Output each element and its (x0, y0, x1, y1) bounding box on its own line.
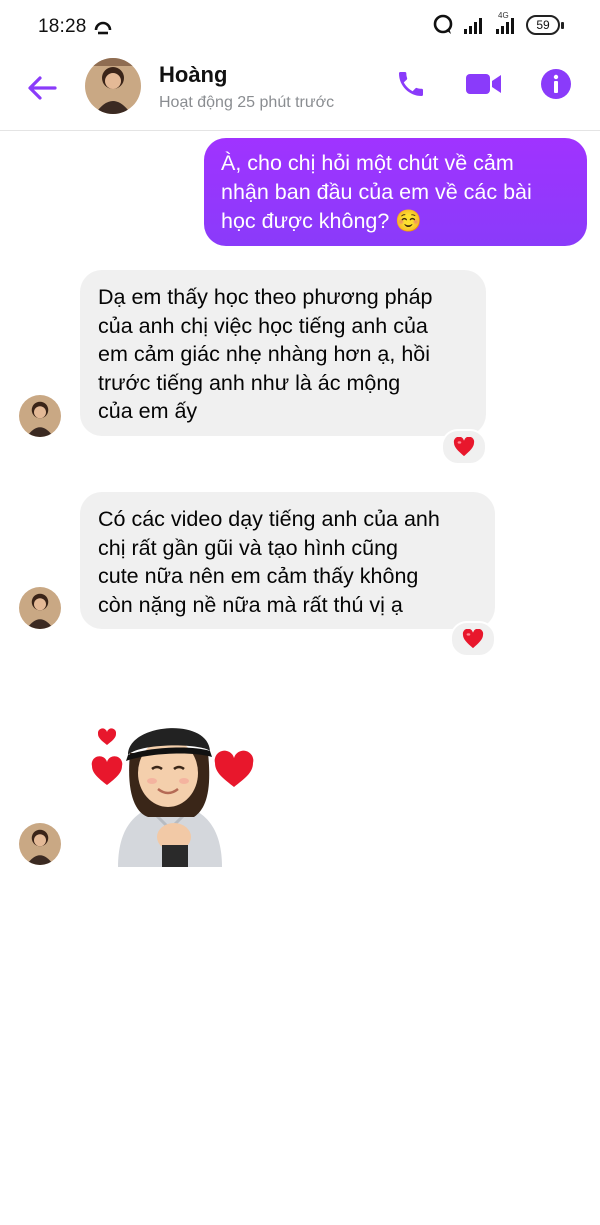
message-text-line: trước tiếng anh như là ác mộng (98, 370, 401, 395)
sender-avatar[interactable] (19, 395, 61, 437)
heart-reaction[interactable] (441, 429, 487, 465)
avatar-photo (19, 587, 61, 629)
message-text-line: À, cho chị hỏi một chút về cảm (221, 151, 514, 175)
video-camera-icon (466, 74, 501, 94)
battery-tip (561, 22, 564, 29)
status-time: 18:28 (38, 16, 87, 37)
messenger-notification-icon (433, 14, 453, 34)
voice-call-button[interactable] (391, 64, 431, 104)
heart-icon (462, 629, 484, 649)
info-icon (541, 69, 571, 99)
message-text-line: Dạ em thấy học theo phương pháp (98, 285, 433, 309)
signal-icon (464, 18, 482, 34)
avatar-photo (85, 58, 141, 114)
avatar-hearts-sticker[interactable] (88, 705, 260, 867)
heart-icon (214, 750, 254, 787)
heart-icon (97, 728, 117, 745)
contact-avatar[interactable] (85, 58, 141, 114)
incoming-message-bubble[interactable]: Dạ em thấy học theo phương pháp của anh … (80, 270, 486, 436)
status-bar: 18:28 4G 59 (0, 0, 600, 56)
message-text-line: chị rất gần gũi và tạo hình cũng (98, 535, 399, 560)
heart-icon (91, 756, 123, 785)
incoming-message-bubble[interactable]: Có các video dạy tiếng anh của anh chị r… (80, 492, 495, 629)
sender-avatar[interactable] (19, 587, 61, 629)
contact-activity-status: Hoạt động 25 phút trước (159, 94, 335, 111)
phone-icon (399, 72, 423, 96)
message-text-line: Có các video dạy tiếng anh của anh (98, 507, 440, 531)
message-text-line: cute nữa nên em cảm thấy không (98, 564, 419, 588)
back-button[interactable] (22, 68, 62, 108)
message-text-line: học được không? ☺️ (221, 209, 423, 233)
status-icons: 4G 59 (432, 11, 564, 36)
info-button[interactable] (538, 66, 574, 102)
contact-name[interactable]: Hoàng (159, 62, 227, 88)
chat-header: Hoàng Hoạt động 25 phút trước (0, 56, 600, 131)
video-call-button[interactable] (462, 64, 506, 104)
battery-icon: 59 (526, 15, 564, 35)
message-text-line: của em ấy (98, 399, 198, 423)
avatar-photo (19, 395, 61, 437)
heart-icon (453, 437, 475, 457)
heart-reaction[interactable] (450, 621, 496, 657)
message-text-line: của anh chị việc học tiếng anh của (98, 313, 428, 338)
outgoing-message-bubble[interactable]: À, cho chị hỏi một chút về cảm nhận ban … (204, 138, 587, 246)
signal-4g-icon: 4G (494, 11, 518, 36)
message-text-line: nhận ban đầu của em về các bài (221, 180, 532, 204)
message-text-line: em cảm giác nhẹ nhàng hơn ạ, hồi (98, 342, 431, 366)
sync-icon (94, 21, 112, 35)
message-text-line: còn nặng nề nữa mà rất thú vị ạ (98, 592, 403, 617)
avatar-photo (19, 823, 61, 865)
battery-level: 59 (536, 18, 550, 32)
sender-avatar[interactable] (19, 823, 61, 865)
network-type: 4G (498, 11, 509, 20)
back-arrow-icon (28, 76, 57, 100)
